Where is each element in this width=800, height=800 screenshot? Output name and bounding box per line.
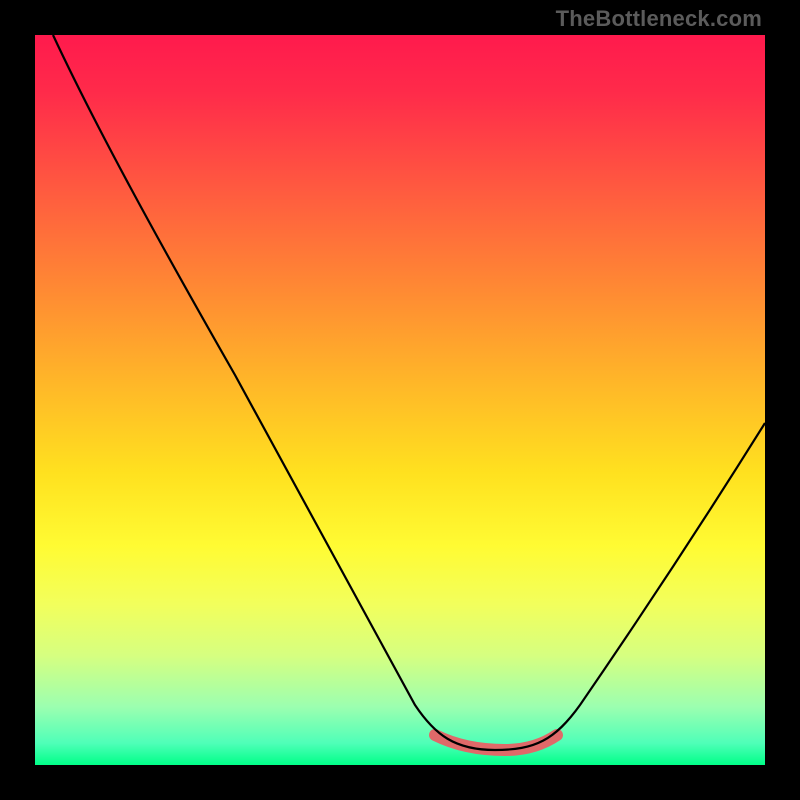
chart-frame: TheBottleneck.com — [0, 0, 800, 800]
bottleneck-curve — [53, 35, 765, 750]
watermark-text: TheBottleneck.com — [556, 6, 762, 32]
chart-svg — [35, 35, 765, 765]
